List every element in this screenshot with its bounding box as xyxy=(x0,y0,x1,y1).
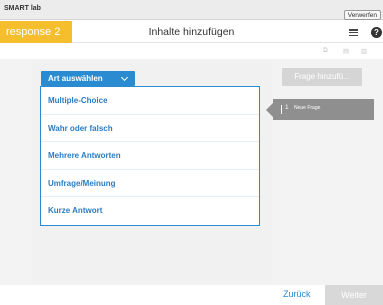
option-true-false[interactable]: Wahr oder falsch xyxy=(41,115,259,142)
menu-icon[interactable] xyxy=(349,29,358,37)
question-toolbar: ⧉ ▤ ▥ xyxy=(0,43,383,59)
option-multiple-answers[interactable]: Mehrere Antworten xyxy=(41,142,259,170)
header-bar: Inhalte hinzufügen response 2 ? xyxy=(0,21,383,43)
question-label: Neue Frage xyxy=(294,105,321,111)
chevron-down-icon xyxy=(120,73,129,82)
back-button[interactable]: Zurück xyxy=(283,289,311,299)
response-tab[interactable]: response 2 xyxy=(0,21,72,43)
trash-icon[interactable]: ▥ xyxy=(361,47,367,55)
question-number: 1 xyxy=(285,104,289,111)
question-type-dropdown[interactable]: Art auswählen xyxy=(41,71,135,86)
print-icon[interactable]: ▤ xyxy=(343,47,349,55)
question-type-list: Multiple-Choice Wahr oder falsch Mehrere… xyxy=(40,86,260,226)
footer-bar: Zurück Weiter xyxy=(0,285,383,305)
option-short-answer[interactable]: Kurze Antwort xyxy=(41,197,259,225)
dropdown-label: Art auswählen xyxy=(48,74,103,83)
help-icon[interactable]: ? xyxy=(371,27,382,38)
option-multiple-choice[interactable]: Multiple-Choice xyxy=(41,87,259,115)
selection-pointer xyxy=(266,103,273,117)
divider xyxy=(281,105,282,114)
app-title: SMART lab xyxy=(4,5,41,12)
window-titlebar: SMART lab Verwerfen xyxy=(0,0,383,20)
discard-button[interactable]: Verwerfen xyxy=(343,10,381,20)
copy-icon[interactable]: ⧉ xyxy=(323,47,328,55)
question-list-item[interactable]: 1 Neue Frage xyxy=(273,99,374,120)
option-survey[interactable]: Umfrage/Meinung xyxy=(41,170,259,197)
next-button[interactable]: Weiter xyxy=(325,285,383,305)
add-question-button[interactable]: Frage hinzufü... xyxy=(282,68,362,86)
